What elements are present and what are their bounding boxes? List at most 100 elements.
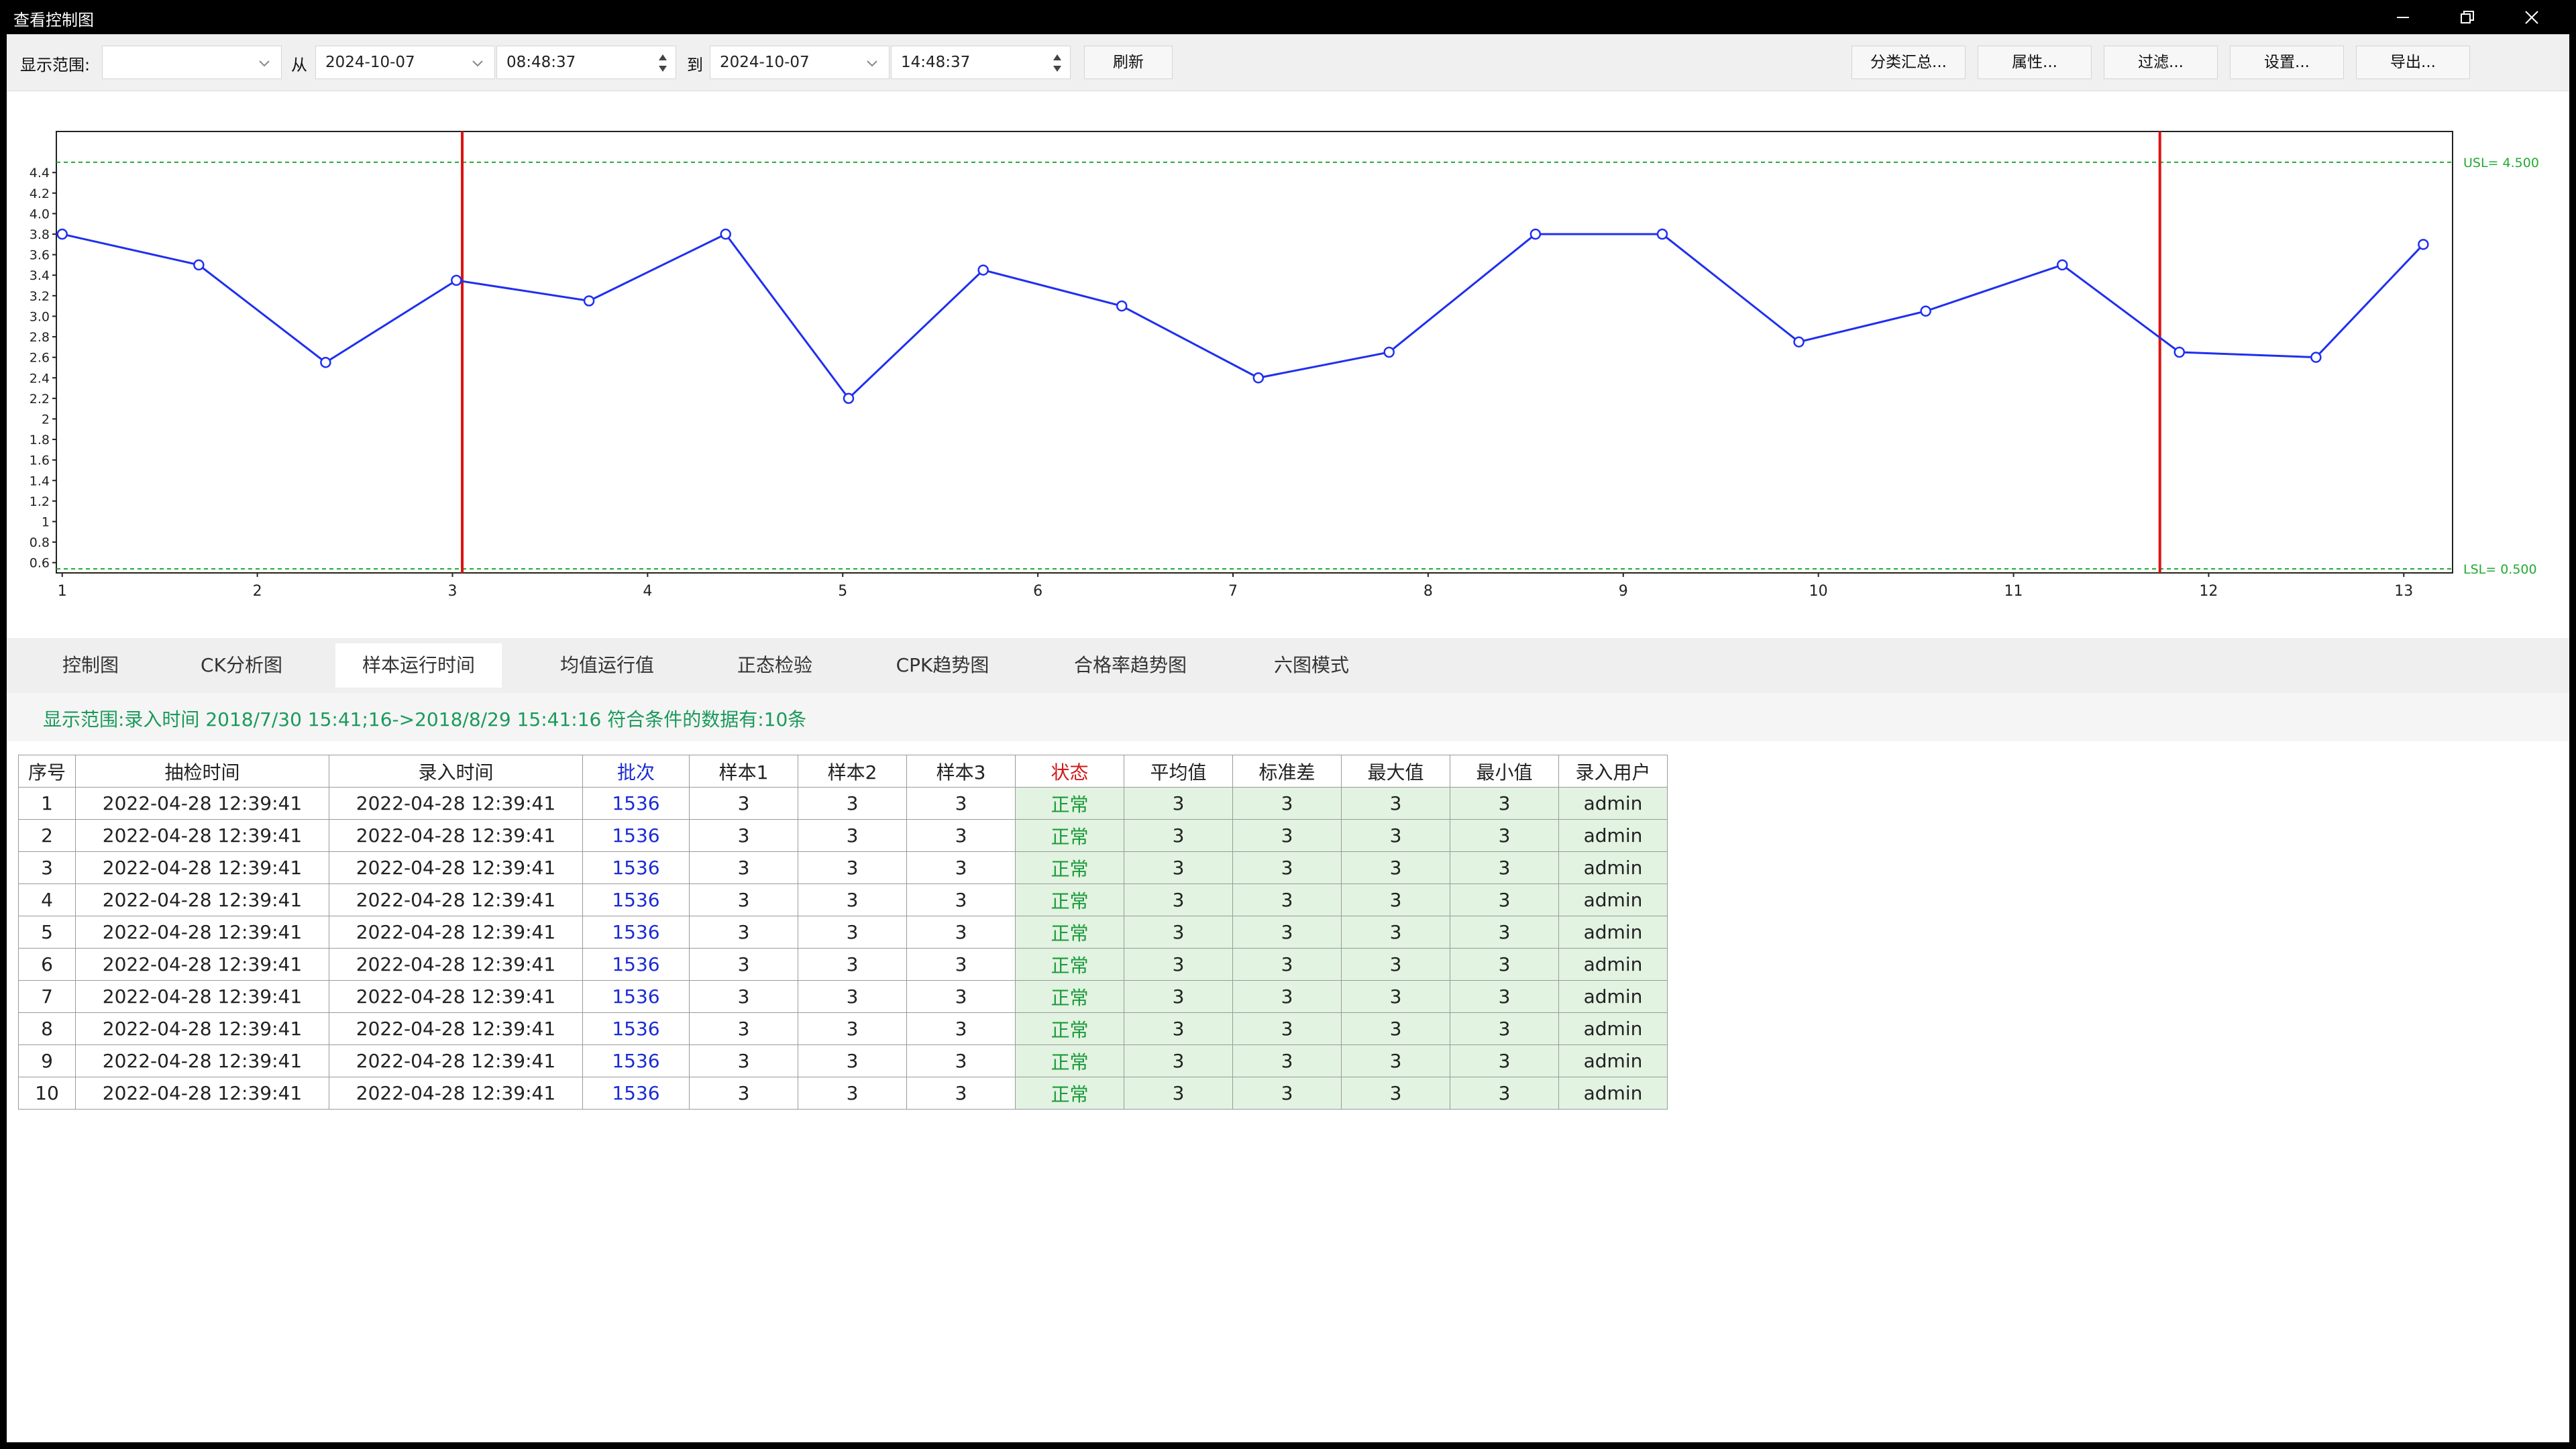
col-mean[interactable]: 平均值 bbox=[1124, 755, 1233, 788]
col-batch[interactable]: 批次 bbox=[582, 755, 690, 788]
properties-button[interactable]: 属性... bbox=[1978, 46, 2092, 79]
col-status[interactable]: 状态 bbox=[1015, 755, 1124, 788]
index-cell: 3 bbox=[18, 851, 76, 884]
batch-cell[interactable]: 1536 bbox=[582, 1012, 690, 1045]
stddev-cell: 3 bbox=[1232, 1044, 1342, 1077]
tab-six-chart-mode[interactable]: 六图模式 bbox=[1248, 643, 1375, 688]
batch-cell[interactable]: 1536 bbox=[582, 1044, 690, 1077]
table-row[interactable]: 10 2022-04-28 12:39:41 2022-04-28 12:39:41… bbox=[18, 1077, 1668, 1110]
sample2-cell: 3 bbox=[798, 819, 907, 852]
table-row[interactable]: 3 2022-04-28 12:39:41 2022-04-28 12:39:41 1… bbox=[18, 851, 1668, 884]
sample1-cell: 3 bbox=[689, 1077, 798, 1110]
restore-button[interactable] bbox=[2435, 0, 2500, 34]
tab-cpk-trend[interactable]: CPK趋势图 bbox=[872, 643, 1013, 688]
col-inspect-time[interactable]: 抽检时间 bbox=[75, 755, 329, 788]
table-row[interactable]: 5 2022-04-28 12:39:41 2022-04-28 12:39:41 1… bbox=[18, 916, 1668, 949]
data-point bbox=[320, 357, 331, 368]
batch-cell[interactable]: 1536 bbox=[582, 980, 690, 1013]
min-cell: 3 bbox=[1450, 1077, 1559, 1110]
sample1-cell: 3 bbox=[689, 787, 798, 820]
col-index[interactable]: 序号 bbox=[18, 755, 76, 788]
tab-pass-rate-trend[interactable]: 合格率趋势图 bbox=[1046, 643, 1214, 688]
status-cell: 正常 bbox=[1015, 883, 1124, 916]
batch-cell[interactable]: 1536 bbox=[582, 851, 690, 884]
y-tick-label: 2.8 bbox=[30, 330, 50, 345]
table-row[interactable]: 6 2022-04-28 12:39:41 2022-04-28 12:39:41 1… bbox=[18, 948, 1668, 981]
inspect-time-cell: 2022-04-28 12:39:41 bbox=[75, 787, 329, 820]
col-sample3[interactable]: 样本3 bbox=[906, 755, 1016, 788]
index-cell: 9 bbox=[18, 1044, 76, 1077]
sample2-cell: 3 bbox=[798, 787, 907, 820]
plot-frame bbox=[56, 131, 2453, 574]
minimize-button[interactable] bbox=[2371, 0, 2435, 34]
tab-mean-run-value[interactable]: 均值运行值 bbox=[530, 643, 684, 688]
col-sample2[interactable]: 样本2 bbox=[798, 755, 907, 788]
category-summary-button[interactable]: 分类汇总... bbox=[1851, 46, 1966, 79]
range-select[interactable] bbox=[102, 46, 282, 79]
inspect-time-cell: 2022-04-28 12:39:41 bbox=[75, 916, 329, 949]
y-tick-label: 4.0 bbox=[30, 207, 50, 221]
data-point bbox=[2174, 346, 2186, 358]
data-point bbox=[2310, 352, 2322, 363]
stddev-cell: 3 bbox=[1232, 980, 1342, 1013]
entry-user-cell: admin bbox=[1558, 980, 1668, 1013]
min-cell: 3 bbox=[1450, 980, 1559, 1013]
table-row[interactable]: 9 2022-04-28 12:39:41 2022-04-28 12:39:41 1… bbox=[18, 1044, 1668, 1077]
filter-summary-bar: 显示范围:录入时间 2018/7/30 15:41;16->2018/8/29 … bbox=[7, 693, 2569, 741]
col-max[interactable]: 最大值 bbox=[1341, 755, 1450, 788]
to-date-picker[interactable]: 2024-10-07 bbox=[710, 46, 890, 79]
refresh-button[interactable]: 刷新 bbox=[1084, 46, 1173, 79]
data-point bbox=[720, 228, 731, 240]
sample3-cell: 3 bbox=[906, 980, 1016, 1013]
data-point bbox=[193, 259, 205, 271]
close-button[interactable] bbox=[2500, 0, 2564, 34]
batch-cell[interactable]: 1536 bbox=[582, 1077, 690, 1110]
col-min[interactable]: 最小值 bbox=[1450, 755, 1559, 788]
y-tick-label: 3.2 bbox=[30, 289, 50, 304]
lsl-label: LSL= 0.500 bbox=[2463, 562, 2537, 577]
from-label: 从 bbox=[291, 56, 307, 74]
sample1-cell: 3 bbox=[689, 819, 798, 852]
batch-cell[interactable]: 1536 bbox=[582, 948, 690, 981]
minimize-icon bbox=[2397, 16, 2409, 18]
y-tick-label: 1.2 bbox=[30, 494, 50, 509]
col-stddev[interactable]: 标准差 bbox=[1232, 755, 1342, 788]
settings-button[interactable]: 设置... bbox=[2230, 46, 2344, 79]
to-time-spinbox[interactable]: 14:48:37 bbox=[891, 46, 1071, 79]
table-row[interactable]: 1 2022-04-28 12:39:41 2022-04-28 12:39:41 1… bbox=[18, 787, 1668, 820]
control-chart-panel: 0.6 0.8 1 1.2 1.4 1.6 1.8 2 2.2 2.4 2.6 2.8 3.0 3.2 3.… bbox=[7, 91, 2569, 638]
export-button[interactable]: 导出... bbox=[2356, 46, 2470, 79]
data-point bbox=[1529, 228, 1542, 240]
tab-normality-test[interactable]: 正态检验 bbox=[711, 643, 839, 688]
col-sample1[interactable]: 样本1 bbox=[689, 755, 798, 788]
tab-sample-run-time[interactable]: 样本运行时间 bbox=[335, 643, 502, 688]
table-row[interactable]: 4 2022-04-28 12:39:41 2022-04-28 12:39:41 1… bbox=[18, 883, 1668, 916]
filter-button[interactable]: 过滤... bbox=[2104, 46, 2218, 79]
index-cell: 8 bbox=[18, 1012, 76, 1045]
col-entry-user[interactable]: 录入用户 bbox=[1558, 755, 1668, 788]
table-row[interactable]: 8 2022-04-28 12:39:41 2022-04-28 12:39:41 1… bbox=[18, 1012, 1668, 1045]
max-cell: 3 bbox=[1341, 916, 1450, 949]
batch-cell[interactable]: 1536 bbox=[582, 916, 690, 949]
from-time-spinbox[interactable]: 08:48:37 bbox=[496, 46, 676, 79]
col-entry-time[interactable]: 录入时间 bbox=[329, 755, 583, 788]
batch-cell[interactable]: 1536 bbox=[582, 787, 690, 820]
entry-user-cell: admin bbox=[1558, 1012, 1668, 1045]
inspect-time-cell: 2022-04-28 12:39:41 bbox=[75, 1077, 329, 1110]
table-row[interactable]: 2 2022-04-28 12:39:41 2022-04-28 12:39:41 1… bbox=[18, 819, 1668, 852]
batch-cell[interactable]: 1536 bbox=[582, 883, 690, 916]
batch-cell[interactable]: 1536 bbox=[582, 819, 690, 852]
tab-control-chart[interactable]: 控制图 bbox=[34, 643, 148, 688]
y-tick-label: 4.4 bbox=[30, 166, 50, 180]
x-tick-label: 3 bbox=[447, 583, 457, 600]
x-tick-label: 10 bbox=[1809, 583, 1828, 600]
entry-user-cell: admin bbox=[1558, 851, 1668, 884]
from-date-picker[interactable]: 2024-10-07 bbox=[315, 46, 495, 79]
min-cell: 3 bbox=[1450, 948, 1559, 981]
table-row[interactable]: 7 2022-04-28 12:39:41 2022-04-28 12:39:41 1… bbox=[18, 980, 1668, 1013]
data-point bbox=[1383, 346, 1395, 358]
tab-ck-analysis[interactable]: CK分析图 bbox=[174, 643, 309, 688]
data-point bbox=[1252, 372, 1265, 384]
x-tick-label: 1 bbox=[58, 583, 67, 600]
status-cell: 正常 bbox=[1015, 948, 1124, 981]
